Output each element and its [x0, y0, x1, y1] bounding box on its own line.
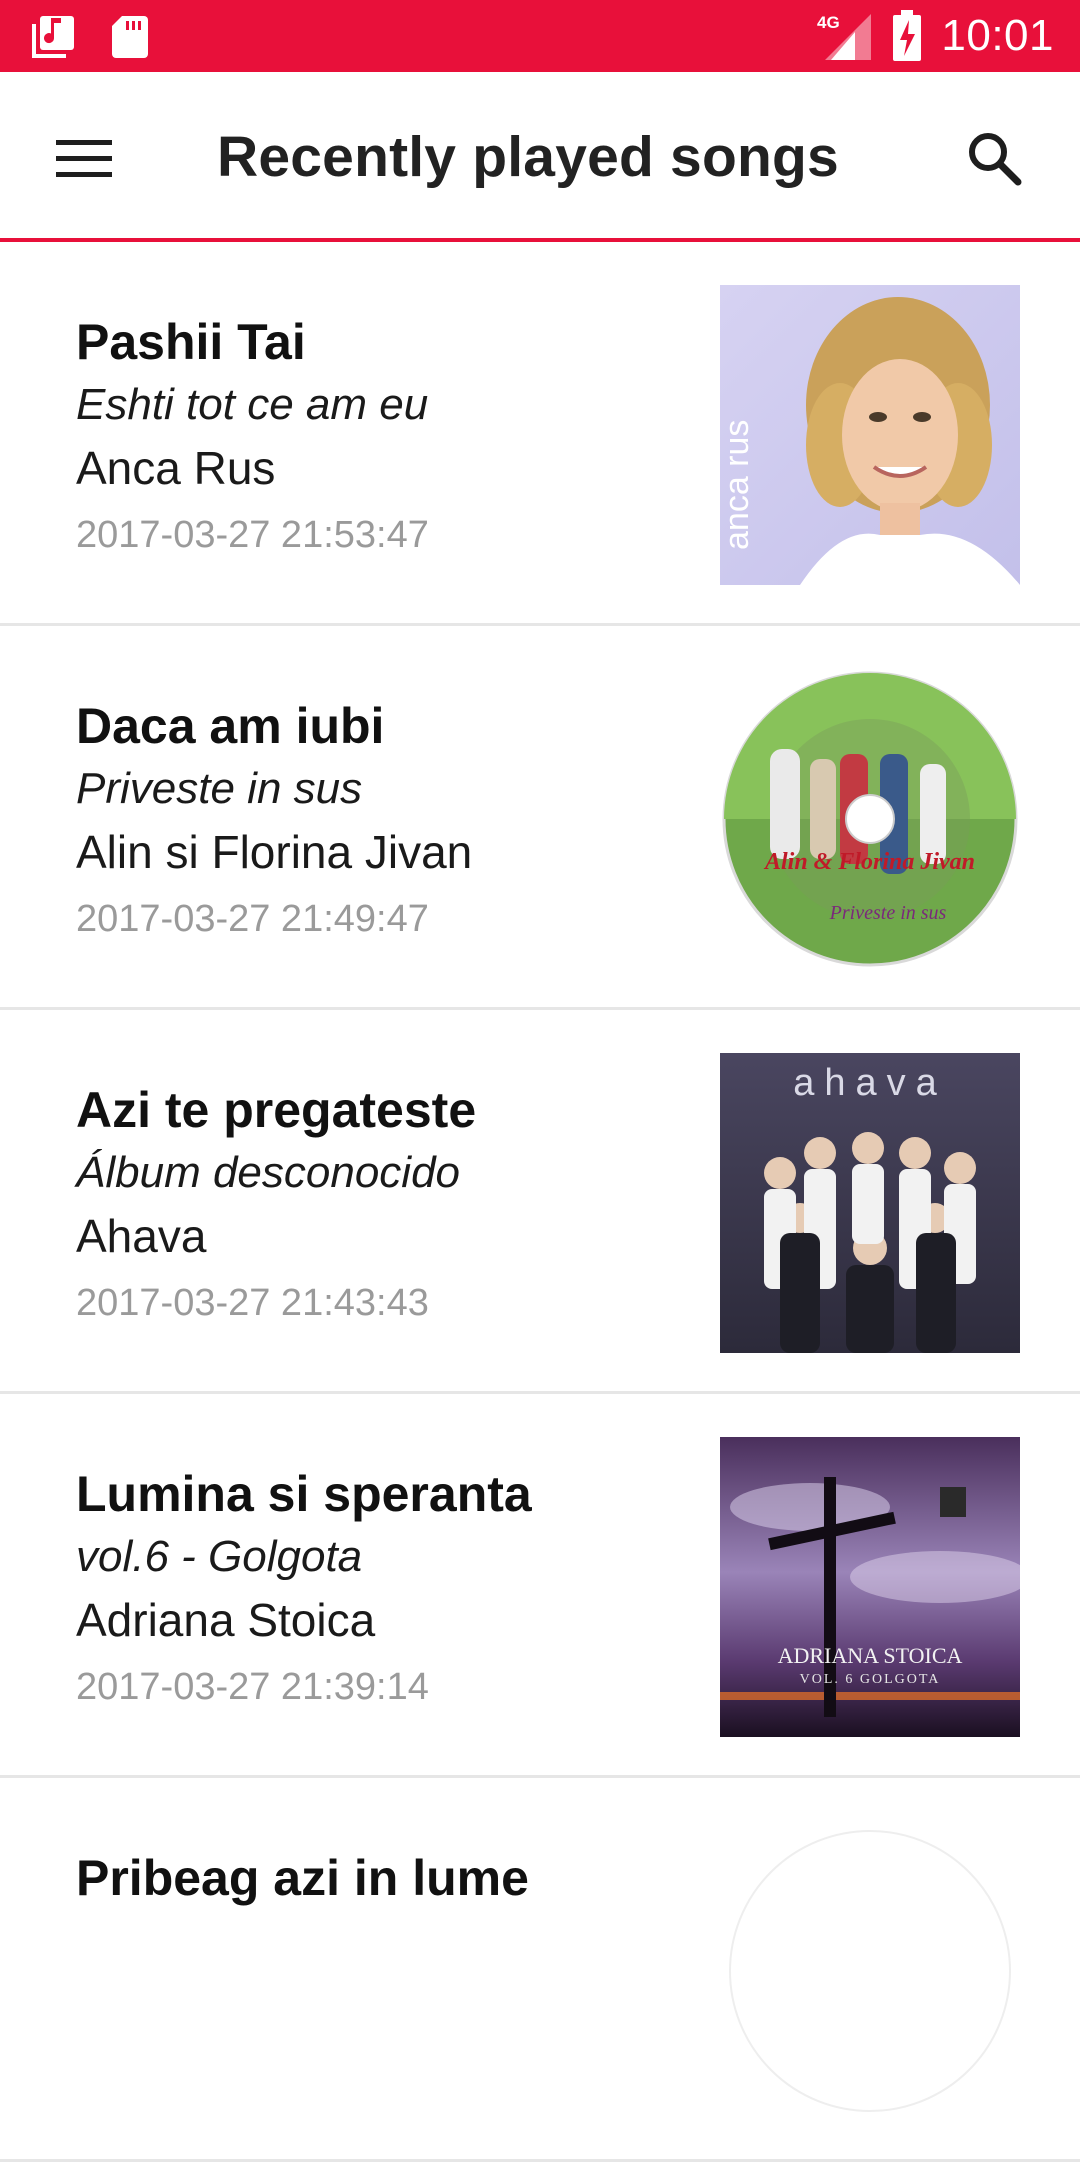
song-list-item[interactable]: Pashii Tai Eshti tot ce am eu Anca Rus 2… — [0, 242, 1080, 626]
song-artist: Anca Rus — [76, 442, 276, 494]
album-cover — [720, 1821, 1020, 2121]
cover-subtext: Priveste in sus — [829, 902, 947, 924]
search-icon — [969, 133, 1022, 186]
sd-card-icon — [112, 16, 148, 58]
song-artist: Ahava — [76, 1210, 207, 1262]
song-title: Pribeag azi in lume — [76, 1850, 529, 1906]
cover-text: ahava — [793, 1062, 947, 1104]
cover-text: ADRIANA STOICA — [778, 1643, 963, 1668]
album-cover: ADRIANA STOICA VOL. 6 GOLGOTA — [720, 1437, 1020, 1737]
song-list-item[interactable]: Lumina si speranta vol.6 - Golgota Adria… — [0, 1394, 1080, 1778]
menu-button[interactable] — [40, 114, 128, 202]
song-title: Pashii Tai — [76, 314, 306, 370]
music-library-icon — [32, 16, 74, 58]
search-button[interactable] — [948, 112, 1040, 204]
page-title: Recently played songs — [217, 125, 839, 189]
status-time: 10:01 — [941, 11, 1054, 60]
album-cover: anca rus — [720, 285, 1020, 585]
song-played-date: 2017-03-27 21:43:43 — [76, 1282, 429, 1324]
song-played-date: 2017-03-27 21:49:47 — [76, 898, 429, 940]
song-list-item[interactable]: Pribeag azi in lume — [0, 1778, 1080, 2162]
song-played-date: 2017-03-27 21:39:14 — [76, 1666, 429, 1708]
song-artist: Adriana Stoica — [76, 1594, 376, 1646]
song-album: Eshti tot ce am eu — [76, 380, 429, 429]
song-album: Álbum desconocido — [76, 1148, 461, 1197]
hamburger-menu-icon — [56, 140, 112, 177]
app-bar: Recently played songs — [0, 72, 1080, 242]
svg-text:4G: 4G — [817, 13, 840, 32]
album-cover: Alin & Florina Jivan Priveste in sus — [720, 669, 1020, 969]
recent-songs-list: Pashii Tai Eshti tot ce am eu Anca Rus 2… — [0, 242, 1080, 2162]
song-title: Azi te pregateste — [76, 1082, 477, 1138]
song-played-date: 2017-03-27 21:53:47 — [76, 514, 429, 556]
song-album: vol.6 - Golgota — [76, 1532, 363, 1581]
status-bar: 4G 10:01 — [0, 0, 1080, 72]
song-title: Daca am iubi — [76, 698, 385, 754]
battery-charging-icon — [893, 10, 922, 61]
song-list-item[interactable]: Daca am iubi Priveste in sus Alin si Flo… — [0, 626, 1080, 1010]
song-title: Lumina si speranta — [76, 1466, 532, 1522]
cover-text: Alin & Florina Jivan — [763, 849, 975, 875]
song-artist: Alin si Florina Jivan — [76, 826, 473, 878]
album-cover: ahava — [720, 1053, 1020, 1353]
cover-text: anca rus — [720, 420, 756, 550]
song-album: Priveste in sus — [76, 764, 363, 813]
cover-subtext: VOL. 6 GOLGOTA — [800, 1672, 941, 1687]
signal-4g-icon: 4G — [817, 13, 872, 60]
song-list-item[interactable]: Azi te pregateste Álbum desconocido Ahav… — [0, 1010, 1080, 1394]
